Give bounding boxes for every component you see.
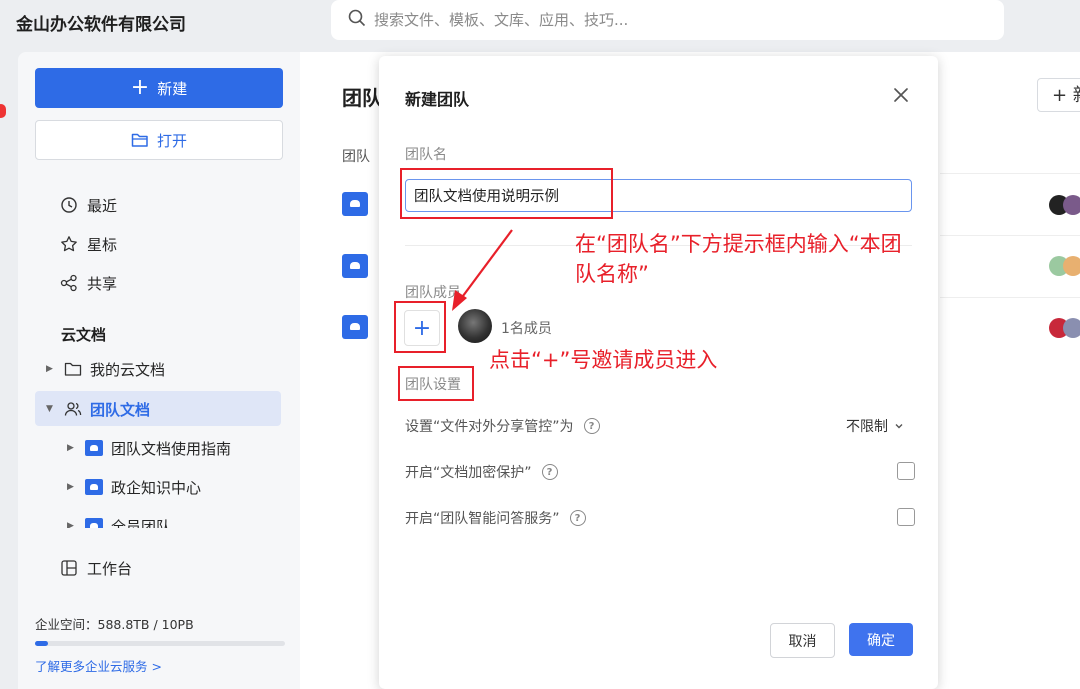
- annotation-box-team-settings: [398, 366, 474, 401]
- sidebar-item-starred[interactable]: 星标: [60, 233, 117, 255]
- setting-encryption: 开启“文档加密保护” ?: [405, 462, 558, 482]
- team-name-label: 团队名: [405, 147, 447, 163]
- chevron-down-icon: ▼: [46, 404, 53, 414]
- section-title-cloud-docs: 云文档: [61, 326, 107, 344]
- folder-open-icon: [131, 133, 148, 147]
- workbench-icon: [61, 560, 77, 576]
- setting-share-control: 设置“文件对外分享管控”为 ?: [405, 416, 600, 436]
- avatar: [1063, 195, 1080, 215]
- sidebar-item-workbench[interactable]: 工作台: [60, 557, 132, 579]
- team-folder-icon: [85, 479, 103, 495]
- search-icon: [348, 9, 366, 27]
- tree-item-my-docs[interactable]: ▶ 我的云文档: [46, 358, 165, 380]
- tree-item-label: 我的云文档: [90, 360, 166, 379]
- select-value: 不限制: [846, 419, 888, 435]
- tree-item-team-docs[interactable]: ▼ 团队文档: [46, 398, 150, 420]
- annotation-name-hint: 在“团队名”下方提示框内输入“本团 队名称”: [575, 229, 902, 289]
- setting-label: 设置“文件对外分享管控”为: [405, 419, 574, 435]
- folder-icon: [64, 362, 82, 376]
- dialog-title: 新建团队: [405, 90, 470, 109]
- sidebar-item-recent[interactable]: 最近: [60, 194, 117, 216]
- setting-label: 开启“文档加密保护”: [405, 465, 532, 481]
- member-count: 1名成员: [501, 321, 552, 337]
- chevron-right-icon: ▶: [67, 443, 74, 453]
- sidebar-item-shared[interactable]: 共享: [60, 272, 117, 294]
- tree-item-all-staff[interactable]: ▶ 全员团队: [67, 515, 171, 528]
- new-button-label: 新建: [157, 79, 188, 98]
- row-divider: [940, 297, 1080, 298]
- ai-qa-checkbox[interactable]: [897, 508, 915, 526]
- clock-icon: [61, 197, 77, 213]
- notification-dot: [0, 104, 6, 118]
- annotation-line: 在“团队名”下方提示框内输入“本团: [575, 232, 902, 256]
- open-button-label: 打开: [156, 131, 187, 150]
- help-icon[interactable]: ?: [583, 418, 600, 434]
- tree-item-clip: ▶ 全员团队: [60, 512, 285, 528]
- team-folder-icon[interactable]: [342, 315, 368, 339]
- tree-item-team-guide[interactable]: ▶ 团队文档使用指南: [67, 437, 231, 459]
- tree-item-gov-knowledge[interactable]: ▶ 政企知识中心: [67, 476, 201, 498]
- column-header: 团队: [342, 149, 370, 165]
- tree-item-label: 团队文档使用指南: [111, 439, 232, 458]
- more-services-link[interactable]: 了解更多企业云服务 >: [35, 656, 162, 675]
- avatar: [1063, 256, 1080, 276]
- help-icon[interactable]: ?: [569, 510, 586, 526]
- plus-icon: +: [130, 75, 150, 100]
- team-folder-icon[interactable]: [342, 192, 368, 216]
- annotation-member-hint: 点击“+”号邀请成员进入: [489, 348, 718, 372]
- close-icon[interactable]: [890, 84, 912, 106]
- setting-ai-qa: 开启“团队智能问答服务” ?: [405, 508, 586, 528]
- tree-item-label: 团队文档: [90, 400, 151, 419]
- chevron-right-icon: ▶: [67, 482, 74, 492]
- new-button[interactable]: + 新建: [35, 68, 283, 108]
- setting-label: 开启“团队智能问答服务”: [405, 511, 560, 527]
- main-new-button[interactable]: + 新: [1037, 78, 1080, 112]
- open-button[interactable]: 打开: [35, 120, 283, 160]
- annotation-box-add-member: [394, 301, 446, 353]
- red-mark: [0, 0, 4, 10]
- row-divider: [940, 173, 1080, 174]
- row-divider: [940, 235, 1080, 236]
- search-placeholder: 搜索文件、模板、文库、应用、技巧...: [374, 11, 629, 29]
- share-icon: [60, 274, 77, 292]
- sidebar-item-label: 共享: [87, 274, 118, 293]
- page-title: 团队: [342, 86, 382, 110]
- annotation-line: 队名称”: [575, 262, 649, 286]
- tree-item-label: 全员团队: [111, 517, 172, 529]
- storage-quota-fill: [35, 641, 48, 646]
- chevron-right-icon: ▶: [46, 364, 53, 374]
- cancel-button[interactable]: 取消: [770, 623, 835, 658]
- tree-item-label: 政企知识中心: [111, 478, 202, 497]
- avatar: [1063, 318, 1080, 338]
- chevron-right-icon: ▶: [67, 521, 74, 528]
- storage-quota-label: 企业空间：588.8TB / 10PB: [35, 617, 194, 632]
- confirm-button[interactable]: 确定: [849, 623, 913, 656]
- encryption-checkbox[interactable]: [897, 462, 915, 480]
- sidebar-item-label: 工作台: [87, 559, 133, 578]
- main-new-label: + 新: [1052, 85, 1080, 106]
- star-icon: [61, 236, 77, 252]
- company-name: 金山办公软件有限公司: [16, 15, 186, 35]
- team-folder-icon[interactable]: [342, 254, 368, 278]
- annotation-box-team-name: [400, 168, 613, 219]
- storage-quota-bar: [35, 641, 285, 646]
- sidebar-item-label: 星标: [87, 235, 118, 254]
- share-control-select[interactable]: 不限制: [846, 416, 904, 436]
- team-icon: [64, 402, 82, 416]
- help-icon[interactable]: ?: [541, 464, 558, 480]
- team-folder-icon: [85, 440, 103, 456]
- sidebar-item-label: 最近: [87, 196, 118, 215]
- chevron-down-icon: [895, 424, 903, 429]
- annotation-arrow: [452, 229, 513, 311]
- team-folder-icon: [85, 518, 103, 528]
